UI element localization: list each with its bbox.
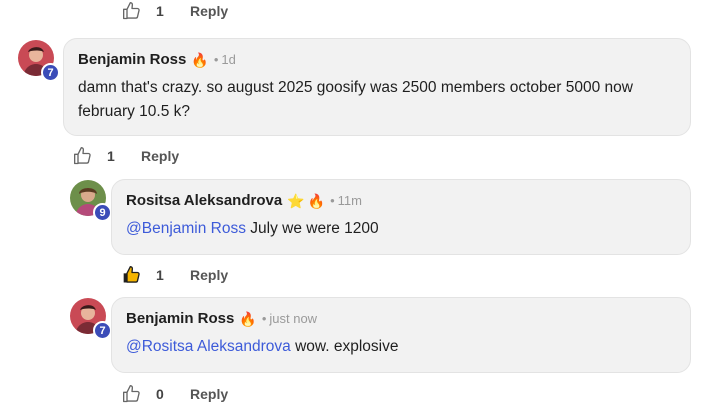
comment-actions: 1 Reply — [122, 264, 228, 286]
reply-button[interactable]: Reply — [190, 3, 228, 19]
avatar[interactable]: 7 — [18, 40, 60, 82]
comment-bubble: Benjamin Ross 🔥 • 1d damn that's crazy. … — [63, 38, 691, 136]
like-button[interactable] — [122, 384, 142, 404]
like-button[interactable] — [122, 265, 142, 285]
comment-bubble: Benjamin Ross 🔥 • just now @Rositsa Alek… — [111, 297, 691, 373]
thumbs-up-icon — [122, 265, 142, 285]
reply-button[interactable]: Reply — [190, 267, 228, 283]
comment-header: Rositsa Aleksandrova ⭐ 🔥 • 11m — [126, 192, 676, 209]
like-button[interactable] — [122, 1, 142, 21]
author-name[interactable]: Benjamin Ross — [78, 51, 186, 68]
comment-actions: 1 Reply — [73, 145, 179, 167]
comment-header: Benjamin Ross 🔥 • 1d — [78, 51, 676, 68]
like-count: 0 — [156, 386, 164, 402]
top-comment-actions: 1 Reply — [122, 0, 228, 22]
comment-body: July we were 1200 — [245, 220, 379, 237]
thumbs-up-icon — [73, 146, 93, 166]
reply-button[interactable]: Reply — [190, 386, 228, 402]
comment-text: @Rositsa Aleksandrova wow. explosive — [126, 335, 676, 359]
comment-header: Benjamin Ross 🔥 • just now — [126, 310, 676, 327]
comment-actions: 0 Reply — [122, 383, 228, 405]
comment-bubble: Rositsa Aleksandrova ⭐ 🔥 • 11m @Benjamin… — [111, 179, 691, 255]
thumbs-up-icon — [122, 1, 142, 21]
like-count: 1 — [156, 267, 164, 283]
level-badge: 7 — [41, 63, 60, 82]
author-name[interactable]: Benjamin Ross — [126, 310, 234, 327]
comment-text: @Benjamin Ross July we were 1200 — [126, 217, 676, 241]
level-badge: 7 — [93, 321, 112, 340]
star-emoji: ⭐ — [287, 192, 305, 209]
like-button[interactable] — [73, 146, 93, 166]
mention-link[interactable]: @Benjamin Ross — [126, 220, 246, 237]
avatar[interactable]: 9 — [70, 180, 112, 222]
timestamp: 11m — [337, 193, 362, 208]
author-name[interactable]: Rositsa Aleksandrova — [126, 192, 282, 209]
like-count: 1 — [156, 3, 164, 19]
comment-text: damn that's crazy. so august 2025 goosif… — [78, 76, 676, 124]
level-badge: 9 — [93, 203, 112, 222]
reply-button[interactable]: Reply — [141, 148, 179, 164]
fire-emoji: 🔥 — [307, 192, 326, 209]
avatar[interactable]: 7 — [70, 298, 112, 340]
separator-dot: • — [330, 193, 335, 208]
mention-link[interactable]: @Rositsa Aleksandrova — [126, 338, 291, 355]
comment-body: damn that's crazy. so august 2025 goosif… — [78, 79, 633, 120]
thumbs-up-icon — [122, 384, 142, 404]
comment-body: wow. explosive — [290, 338, 399, 355]
timestamp: just now — [269, 311, 318, 326]
fire-emoji: 🔥 — [191, 51, 209, 68]
fire-emoji: 🔥 — [239, 310, 257, 327]
timestamp: 1d — [221, 52, 236, 67]
like-count: 1 — [107, 148, 115, 164]
separator-dot: • — [261, 311, 267, 326]
separator-dot: • — [213, 52, 219, 67]
